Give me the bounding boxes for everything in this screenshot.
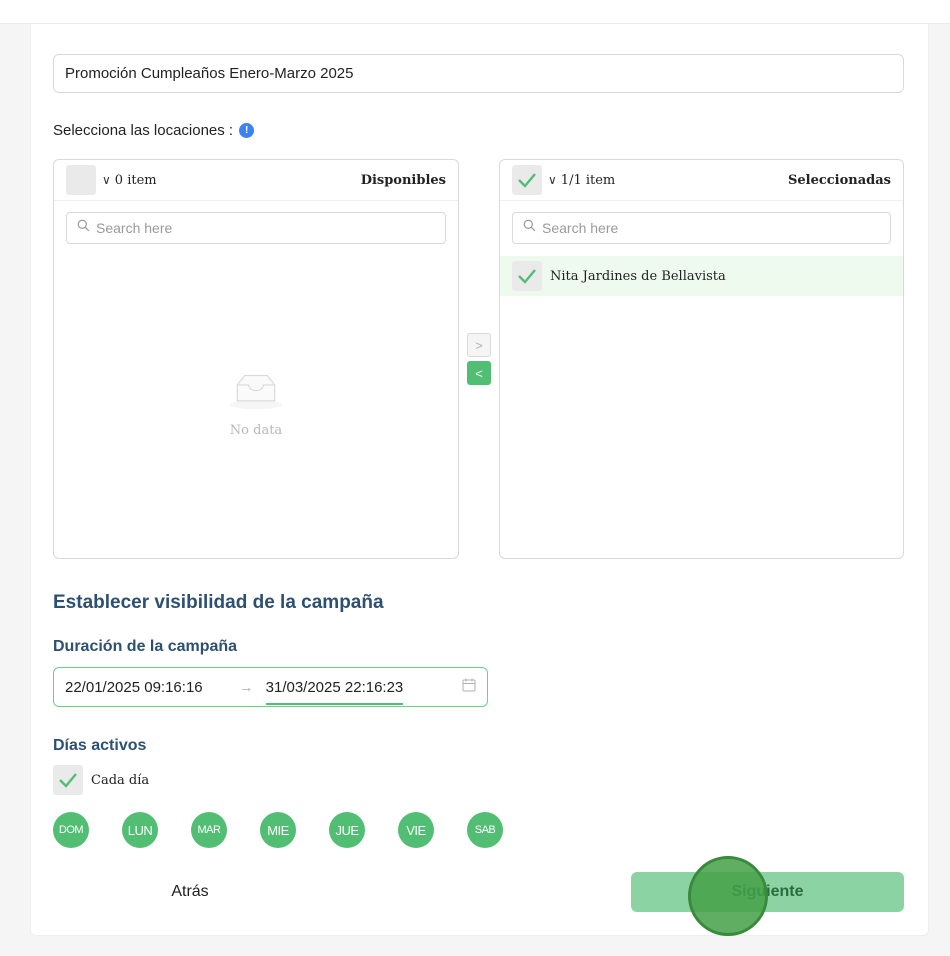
available-panel-header: ∨ 0 item Disponibles — [54, 160, 458, 201]
calendar-icon[interactable] — [462, 678, 476, 696]
day-toggle-vie[interactable]: VIE — [398, 812, 434, 848]
locations-label-row: Selecciona las locaciones : ! — [53, 122, 255, 139]
start-date-input[interactable]: 22/01/2025 09:16:16 — [65, 679, 203, 696]
chevron-down-icon[interactable]: ∨ — [102, 173, 111, 187]
item-checkbox[interactable] — [512, 261, 542, 291]
selected-locations-panel: ∨ 1/1 item Seleccionadas Nita Jardines d… — [499, 159, 904, 559]
chevron-left-icon: < — [475, 365, 483, 381]
selected-search-input[interactable] — [542, 220, 880, 236]
available-locations-panel: ∨ 0 item Disponibles No data — [53, 159, 459, 559]
select-all-selected-checkbox[interactable] — [512, 165, 542, 195]
check-icon — [59, 773, 77, 788]
available-title: Disponibles — [360, 172, 446, 188]
available-search-input[interactable] — [96, 220, 435, 236]
every-day-option[interactable]: Cada día — [53, 765, 149, 795]
selected-panel-header: ∨ 1/1 item Seleccionadas — [500, 160, 903, 201]
day-toggle-mie[interactable]: MIE — [260, 812, 296, 848]
empty-state: No data — [54, 370, 458, 438]
available-search[interactable] — [66, 212, 446, 244]
check-icon — [518, 269, 536, 284]
available-count: 0 item — [114, 172, 157, 188]
weekday-selector: DOM LUN MAR MIE JUE VIE SAB — [53, 812, 503, 848]
active-days-label: Días activos — [53, 737, 147, 754]
empty-text: No data — [229, 423, 283, 438]
campaign-name-input[interactable] — [53, 54, 904, 93]
day-toggle-dom[interactable]: DOM — [53, 812, 89, 848]
selected-title: Seleccionadas — [787, 172, 891, 188]
day-toggle-sab[interactable]: SAB — [467, 812, 503, 848]
every-day-label: Cada día — [91, 772, 150, 788]
day-toggle-mar[interactable]: MAR — [191, 812, 227, 848]
move-left-button[interactable]: < — [467, 361, 491, 385]
list-item[interactable]: Nita Jardines de Bellavista — [500, 256, 903, 296]
day-toggle-jue[interactable]: JUE — [329, 812, 365, 848]
search-icon — [77, 219, 90, 237]
duration-label: Duración de la campaña — [53, 638, 238, 655]
info-icon[interactable]: ! — [239, 123, 255, 138]
back-button[interactable]: Atrás — [110, 872, 270, 912]
top-bar — [0, 0, 950, 24]
visibility-section-title: Establecer visibilidad de la campaña — [53, 592, 384, 613]
chevron-down-icon[interactable]: ∨ — [548, 173, 557, 187]
end-date-input[interactable]: 31/03/2025 22:16:23 — [265, 679, 404, 705]
check-icon — [518, 173, 536, 188]
list-item-label: Nita Jardines de Bellavista — [550, 268, 726, 284]
move-right-button[interactable]: > — [467, 333, 491, 357]
search-icon — [523, 219, 536, 237]
date-range-picker[interactable]: 22/01/2025 09:16:16 → 31/03/2025 22:16:2… — [53, 667, 488, 707]
selected-search[interactable] — [512, 212, 891, 244]
chevron-right-icon: > — [475, 337, 483, 353]
empty-inbox-icon — [226, 370, 286, 417]
every-day-checkbox[interactable] — [53, 765, 83, 795]
next-button[interactable]: Siguiente — [631, 872, 904, 912]
arrow-right-icon: → — [238, 678, 254, 696]
select-all-available-checkbox[interactable] — [66, 165, 96, 195]
selected-count: 1/1 item — [560, 172, 616, 188]
locations-label: Selecciona las locaciones : — [53, 122, 234, 139]
day-toggle-lun[interactable]: LUN — [122, 812, 158, 848]
